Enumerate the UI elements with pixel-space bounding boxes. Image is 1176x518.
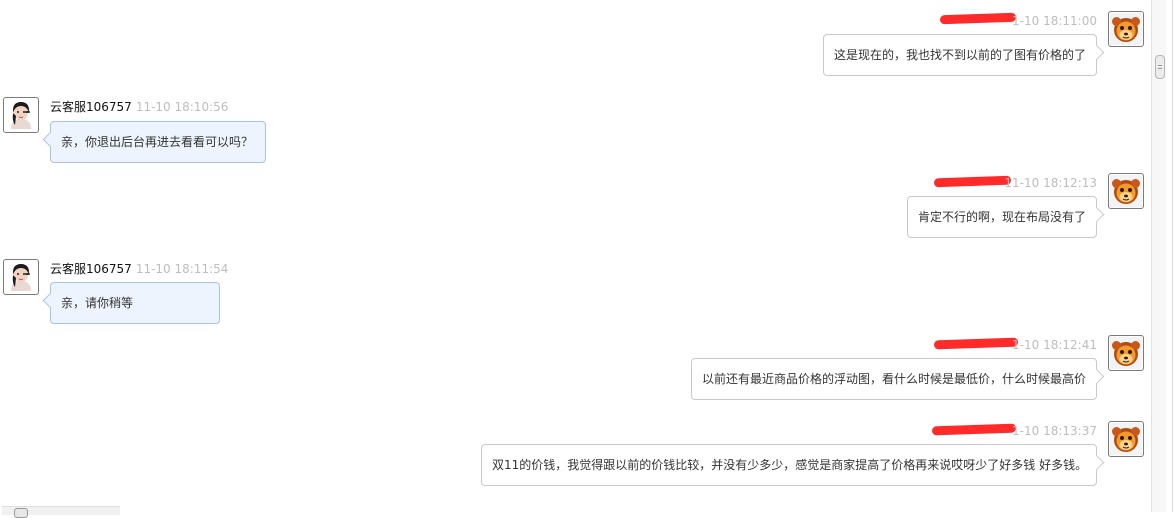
message-text: 肯定不行的啊，现在布局没有了 (918, 210, 1087, 224)
bear-avatar-icon[interactable] (1108, 421, 1144, 457)
message-time: 11-10 18:11:54 (135, 262, 229, 276)
message-time: 1-10 18:11:00 (1012, 14, 1097, 28)
chat-history[interactable]: 1-10 18:11:00 这是现在的，我也找不到以前的了图有价格的了 云客服1… (0, 0, 1150, 512)
message-bubble: 以前还有最近商品价格的浮动图，看什么时候是最低价，什么时候最高价 (691, 358, 1097, 400)
scrollbar-thumb[interactable] (1155, 55, 1165, 79)
message-meta: 云客服106757 11-10 18:11:54 (50, 261, 228, 277)
message-meta: 11-10 18:12:13 (987, 175, 1097, 191)
message-bubble: 肯定不行的啊，现在布局没有了 (907, 196, 1097, 238)
sender-name: 云客服106757 (50, 100, 132, 114)
message-time: 1-10 18:12:41 (1012, 338, 1097, 352)
message-text: 亲，请你稍等 (61, 296, 134, 310)
bear-avatar-icon[interactable] (1108, 173, 1144, 209)
message-meta: 云客服106757 11-10 18:10:56 (50, 99, 228, 115)
toolbar-icon[interactable] (14, 508, 28, 518)
message-bubble: 这是现在的，我也找不到以前的了图有价格的了 (823, 34, 1097, 76)
agent-avatar-icon[interactable] (3, 97, 39, 133)
panel-divider (1172, 0, 1173, 512)
message-bubble: 亲，你退出后台再进去看看可以吗？ (50, 121, 266, 163)
message-text: 亲，你退出后台再进去看看可以吗？ (61, 135, 254, 149)
message-meta: 1-10 18:11:00 (997, 13, 1097, 29)
agent-avatar-icon[interactable] (3, 259, 39, 295)
message-bubble: 双11的价钱，我觉得跟以前的价钱比较，并没有少多少，感觉是商家提高了价格再来说哎… (481, 444, 1097, 486)
vertical-scrollbar[interactable] (1151, 0, 1166, 512)
message-time: 11-10 18:10:56 (135, 100, 229, 114)
message-text: 双11的价钱，我觉得跟以前的价钱比较，并没有少多少，感觉是商家提高了价格再来说哎… (492, 458, 1088, 472)
bear-avatar-icon[interactable] (1108, 335, 1144, 371)
message-time: 11-10 18:12:13 (1004, 176, 1097, 190)
message-text: 这是现在的，我也找不到以前的了图有价格的了 (834, 48, 1087, 62)
sender-name: 云客服106757 (50, 262, 132, 276)
message-meta: 1-10 18:13:37 (997, 423, 1097, 439)
message-text: 以前还有最近商品价格的浮动图，看什么时候是最低价，什么时候最高价 (702, 372, 1087, 386)
message-time: 1-10 18:13:37 (1012, 424, 1097, 438)
message-bubble: 亲，请你稍等 (50, 282, 220, 324)
bear-avatar-icon[interactable] (1108, 11, 1144, 47)
message-meta: 1-10 18:12:41 (997, 337, 1097, 353)
